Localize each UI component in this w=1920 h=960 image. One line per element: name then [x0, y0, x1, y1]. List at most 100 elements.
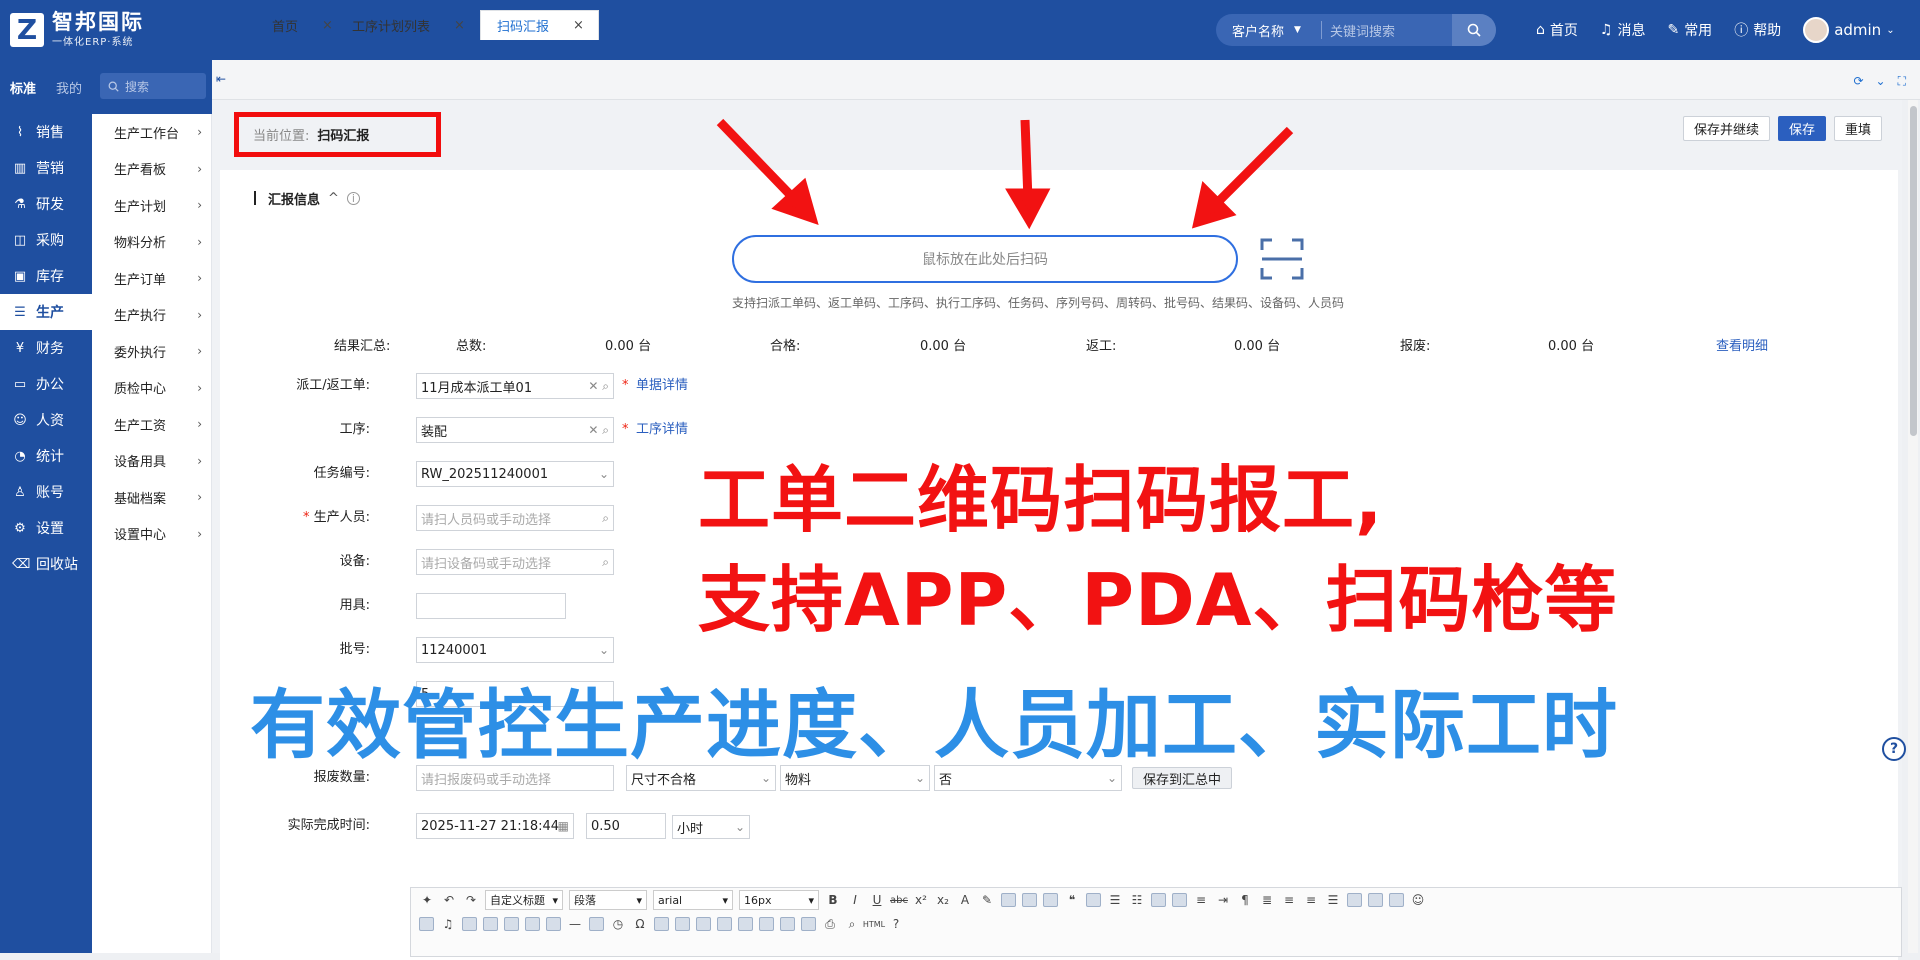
time-icon[interactable]: ◷	[610, 916, 626, 932]
insert-table-icon[interactable]	[675, 917, 690, 931]
search-scope-select[interactable]: 客户名称 ▼	[1216, 21, 1322, 40]
collapse-section-icon[interactable]: ^	[328, 191, 339, 206]
collapse-sidebar-icon[interactable]: ⇤	[216, 72, 226, 86]
heading-select[interactable]: 自定义标题 ▾	[485, 890, 563, 910]
calendar-icon[interactable]: ▦	[558, 819, 569, 833]
line-height-icon[interactable]: ≡	[1193, 892, 1209, 908]
picture-icon[interactable]	[483, 917, 498, 931]
quote-icon[interactable]: ❝	[1064, 892, 1080, 908]
insert-col-icon[interactable]	[738, 917, 753, 931]
save-button[interactable]: 保存	[1777, 116, 1826, 141]
bold-icon[interactable]: B	[825, 892, 841, 908]
magic-wand-icon[interactable]: ✦	[419, 892, 435, 908]
align-center-icon[interactable]: ≡	[1281, 892, 1297, 908]
preview-icon[interactable]: ⌕	[844, 916, 860, 932]
hours-unit-select[interactable]: 小时 ⌄	[672, 815, 750, 839]
search-icon[interactable]: ⌕	[602, 511, 609, 526]
rich-text-editor[interactable]: ✦ ↶ ↷ 自定义标题 ▾ 段落 ▾ arial ▾ 16px ▾ B I U abc …	[410, 887, 1902, 957]
sidebar-tab-mine[interactable]: 我的	[46, 78, 92, 97]
search-icon[interactable]: ⌕	[602, 555, 609, 570]
italic-icon[interactable]: I	[847, 892, 863, 908]
hours-field[interactable]: 0.50	[586, 813, 666, 839]
sidebar-item[interactable]: ⚗ 研发	[0, 186, 92, 222]
save-and-continue-button[interactable]: 保存并继续	[1682, 116, 1770, 141]
template-icon[interactable]	[654, 917, 669, 931]
reset-button[interactable]: 重填	[1833, 116, 1882, 141]
paragraph-select[interactable]: 段落 ▾	[569, 890, 647, 910]
anchor-icon[interactable]	[1389, 893, 1404, 907]
batch-select[interactable]: 11240001 ⌄	[416, 637, 614, 663]
save-to-summary-button[interactable]: 保存到汇总中	[1132, 767, 1233, 789]
close-icon[interactable]: ×	[322, 18, 333, 33]
sidebar-item[interactable]: ▥ 营销	[0, 150, 92, 186]
paragraph-mark-icon[interactable]: ¶	[1237, 892, 1253, 908]
subnav-item[interactable]: 物料分析 ›	[92, 224, 212, 261]
border-icon[interactable]	[1001, 893, 1016, 907]
paste-icon[interactable]	[1086, 893, 1101, 907]
sidebar-item[interactable]: ⌫ 回收站	[0, 546, 92, 582]
scan-input[interactable]: 鼠标放在此处后扫码	[732, 235, 1238, 283]
indent-icon[interactable]: ⇥	[1215, 892, 1231, 908]
search-input[interactable]: 关键词搜索	[1322, 21, 1452, 40]
device-field[interactable]: 请扫设备码或手动选择 ⌕	[416, 549, 614, 575]
tab-process-plan-list[interactable]: 工序计划列表 ×	[336, 10, 479, 40]
sidebar-tab-standard[interactable]: 标准	[0, 78, 46, 97]
process-field[interactable]: 装配 ✕ ⌕	[416, 417, 614, 443]
subnav-item[interactable]: 生产执行 ›	[92, 297, 212, 334]
tab-home[interactable]: 首页 ×	[246, 10, 347, 40]
sidebar-item[interactable]: ¥ 财务	[0, 330, 92, 366]
eraser-icon[interactable]	[1022, 893, 1037, 907]
nav-home[interactable]: ⌂ 首页	[1536, 20, 1578, 40]
unordered-list-icon[interactable]: ☷	[1129, 892, 1145, 908]
undo-icon[interactable]: ↶	[441, 892, 457, 908]
worker-field[interactable]: 请扫人员码或手动选择 ⌕	[416, 505, 614, 531]
user-menu[interactable]: admin ⌄	[1803, 17, 1895, 43]
map-icon[interactable]	[504, 917, 519, 931]
emoji-icon[interactable]: ☺	[1410, 892, 1426, 908]
ordered-list-icon[interactable]: ☰	[1107, 892, 1123, 908]
sidebar-item[interactable]: ▭ 办公	[0, 366, 92, 402]
tool-field[interactable]	[416, 593, 566, 619]
subnav-item[interactable]: 生产看板 ›	[92, 151, 212, 188]
horizontal-rule-icon[interactable]: —	[567, 916, 583, 932]
chevron-down-icon[interactable]: ⌄	[1876, 74, 1886, 89]
attachment-icon[interactable]	[462, 917, 477, 931]
sidebar-item[interactable]: ⚙ 设置	[0, 510, 92, 546]
sidebar-item[interactable]: ▣ 库存	[0, 258, 92, 294]
nav-favorites[interactable]: ✎ 常用	[1667, 20, 1712, 40]
tab-scan-report[interactable]: 扫码汇报 ×	[480, 10, 599, 40]
document-details-link[interactable]: 单据详情	[636, 373, 688, 399]
search-button[interactable]	[1452, 14, 1496, 46]
subnav-item[interactable]: 委外执行 ›	[92, 333, 212, 370]
split-cells-icon[interactable]	[801, 917, 816, 931]
finish-time-field[interactable]: 2025-11-27 21:18:44 ▦	[416, 813, 574, 839]
sidebar-item[interactable]: ⌇ 销售	[0, 114, 92, 150]
close-icon[interactable]: ×	[573, 18, 584, 33]
scrollbar-thumb[interactable]	[1910, 106, 1917, 436]
page-icon[interactable]	[1172, 893, 1187, 907]
clear-search-icon[interactable]: ✕ ⌕	[588, 423, 609, 438]
subnav-item[interactable]: 基础档案 ›	[92, 479, 212, 516]
superscript-icon[interactable]: x²	[913, 892, 929, 908]
strikethrough-icon[interactable]: abc	[890, 892, 908, 908]
redo-icon[interactable]: ↷	[463, 892, 479, 908]
frame-icon[interactable]	[525, 917, 540, 931]
info-icon[interactable]: i	[346, 191, 360, 205]
code-icon[interactable]	[546, 917, 561, 931]
view-details-link[interactable]: 查看明细	[1716, 335, 1768, 354]
align-right-icon[interactable]: ≡	[1303, 892, 1319, 908]
close-icon[interactable]: ×	[454, 18, 465, 33]
nav-messages[interactable]: ♫ 消息	[1600, 20, 1646, 40]
sidebar-item[interactable]: ♙ 账号	[0, 474, 92, 510]
sidebar-item[interactable]: ☰ 生产	[0, 294, 92, 330]
subnav-item[interactable]: 设置中心 ›	[92, 516, 212, 553]
sidebar-item[interactable]: ☺ 人资	[0, 402, 92, 438]
underline-icon[interactable]: U	[869, 892, 885, 908]
nav-help[interactable]: ⓘ 帮助	[1734, 20, 1781, 40]
html-icon[interactable]: HTML	[863, 916, 885, 932]
sidebar-item[interactable]: ◔ 统计	[0, 438, 92, 474]
format-brush-icon[interactable]	[1043, 893, 1058, 907]
help-icon[interactable]: ?	[888, 916, 904, 932]
subnav-item[interactable]: 生产工资 ›	[92, 406, 212, 443]
justify-icon[interactable]: ☰	[1325, 892, 1341, 908]
